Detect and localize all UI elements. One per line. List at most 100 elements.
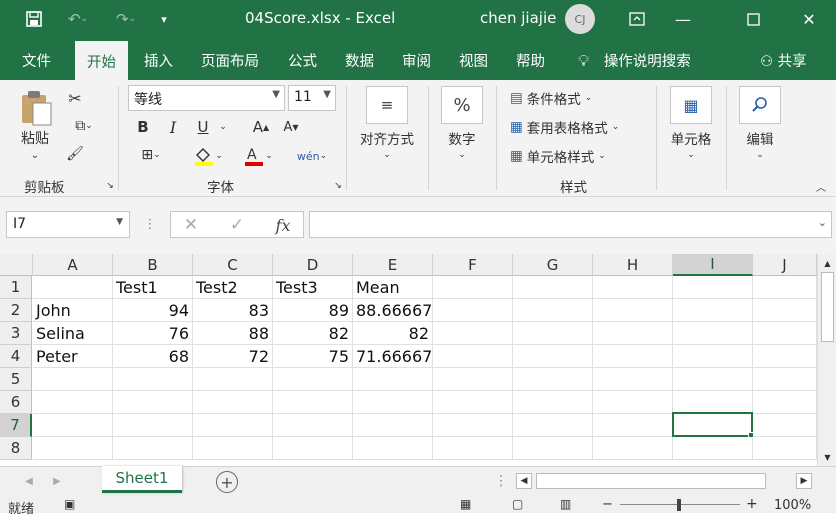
- cell-h8[interactable]: [593, 437, 673, 460]
- cell-c2[interactable]: 83: [193, 299, 273, 322]
- cell-b6[interactable]: [113, 391, 193, 414]
- cell-c3[interactable]: 88: [193, 322, 273, 345]
- row-header-8[interactable]: 8: [0, 437, 32, 460]
- number-format-icon[interactable]: %: [441, 86, 483, 124]
- underline-dropdown-icon[interactable]: ⌄: [216, 118, 230, 136]
- column-header-d[interactable]: D: [273, 254, 353, 276]
- fill-handle[interactable]: [748, 432, 754, 438]
- zoom-level[interactable]: 100%: [774, 498, 811, 513]
- save-icon[interactable]: [22, 7, 46, 31]
- tab-data[interactable]: 数据: [345, 50, 374, 71]
- cell-d8[interactable]: [273, 437, 353, 460]
- font-color-icon[interactable]: A ⌄: [236, 144, 280, 168]
- cell-d3[interactable]: 82: [273, 322, 353, 345]
- formula-input[interactable]: ⌄: [309, 211, 832, 238]
- column-header-g[interactable]: G: [513, 254, 593, 276]
- conditional-formatting-button[interactable]: ▤ 条件格式 ⌄: [510, 88, 592, 108]
- row-header-3[interactable]: 3: [0, 322, 32, 345]
- cell-a8[interactable]: [33, 437, 113, 460]
- borders-icon[interactable]: ⊞ ⌄: [133, 144, 169, 166]
- cell-d5[interactable]: [273, 368, 353, 391]
- chevron-down-icon[interactable]: ⌄: [377, 148, 397, 162]
- cell-i2[interactable]: [673, 299, 753, 322]
- cancel-icon[interactable]: ✕: [181, 214, 201, 236]
- cell-h6[interactable]: [593, 391, 673, 414]
- cell-a7[interactable]: [33, 414, 113, 437]
- cell-e5[interactable]: [353, 368, 433, 391]
- tab-home[interactable]: 开始: [75, 41, 128, 80]
- cells-icon[interactable]: ▦: [670, 86, 712, 124]
- tab-file[interactable]: 文件: [22, 50, 51, 71]
- cell-i5[interactable]: [673, 368, 753, 391]
- scroll-left-icon[interactable]: ◀: [516, 473, 532, 489]
- cell-d4[interactable]: 75: [273, 345, 353, 368]
- fill-color-icon[interactable]: ⌄: [186, 144, 230, 168]
- cell-styles-button[interactable]: ▦ 单元格样式 ⌄: [510, 146, 606, 166]
- number-button[interactable]: 数字: [440, 128, 484, 148]
- row-header-5[interactable]: 5: [0, 368, 32, 391]
- paste-dropdown-icon[interactable]: ⌄: [25, 148, 45, 162]
- maximize-button[interactable]: [730, 4, 776, 34]
- collapse-ribbon-icon[interactable]: ︿: [814, 180, 828, 194]
- scroll-up-icon[interactable]: ▲: [821, 256, 834, 270]
- cell-j6[interactable]: [753, 391, 817, 414]
- cell-f1[interactable]: [433, 276, 513, 299]
- undo-icon[interactable]: ↶ ⌄: [58, 7, 98, 31]
- cell-d7[interactable]: [273, 414, 353, 437]
- font-name-select[interactable]: 等线 ▼: [128, 85, 285, 111]
- cell-e8[interactable]: [353, 437, 433, 460]
- column-header-i[interactable]: I: [673, 254, 753, 276]
- cell-j4[interactable]: [753, 345, 817, 368]
- phonetic-guide-icon[interactable]: wén ⌄: [292, 144, 332, 168]
- tell-me-search[interactable]: 💡︎ 操作说明搜索: [578, 50, 691, 71]
- cell-b1[interactable]: Test1: [113, 276, 193, 299]
- sheet-tab-sheet1[interactable]: Sheet1: [102, 466, 182, 493]
- cell-h5[interactable]: [593, 368, 673, 391]
- cell-i6[interactable]: [673, 391, 753, 414]
- clipboard-launcher-icon[interactable]: ↘: [104, 180, 116, 192]
- redo-icon[interactable]: ↷ ⌄: [106, 7, 146, 31]
- tab-formulas[interactable]: 公式: [288, 50, 317, 71]
- vertical-scrollbar[interactable]: ▲ ▼: [817, 254, 836, 466]
- cell-e3[interactable]: 82: [353, 322, 433, 345]
- add-sheet-icon[interactable]: +: [216, 471, 238, 493]
- cell-f4[interactable]: [433, 345, 513, 368]
- cell-e7[interactable]: [353, 414, 433, 437]
- paste-button[interactable]: 粘贴: [14, 128, 56, 148]
- customize-qat-icon[interactable]: ▾: [154, 7, 174, 31]
- column-header-f[interactable]: F: [433, 254, 513, 276]
- cell-h1[interactable]: [593, 276, 673, 299]
- shrink-font-button[interactable]: A ▼: [280, 116, 302, 138]
- minimize-button[interactable]: —: [660, 4, 706, 34]
- expand-formula-icon[interactable]: ⌄: [818, 216, 827, 229]
- cell-j2[interactable]: [753, 299, 817, 322]
- row-header-6[interactable]: 6: [0, 391, 32, 414]
- cell-i1[interactable]: [673, 276, 753, 299]
- zoom-slider-thumb[interactable]: [677, 499, 681, 511]
- cell-h4[interactable]: [593, 345, 673, 368]
- vertical-scroll-thumb[interactable]: [821, 272, 834, 342]
- cell-g1[interactable]: [513, 276, 593, 299]
- cell-f7[interactable]: [433, 414, 513, 437]
- cell-h2[interactable]: [593, 299, 673, 322]
- name-box[interactable]: I7 ▼: [6, 211, 130, 238]
- cell-g2[interactable]: [513, 299, 593, 322]
- cell-j3[interactable]: [753, 322, 817, 345]
- row-header-1[interactable]: 1: [0, 276, 32, 299]
- cell-e2[interactable]: 88.66667: [353, 299, 433, 322]
- cell-a1[interactable]: [33, 276, 113, 299]
- cell-e1[interactable]: Mean: [353, 276, 433, 299]
- selected-cell-i7[interactable]: [672, 412, 753, 437]
- normal-view-icon[interactable]: ▦: [460, 497, 471, 511]
- clipboard-paste-icon[interactable]: [16, 88, 56, 128]
- horizontal-scroll-thumb[interactable]: [536, 473, 766, 489]
- bold-button[interactable]: B: [133, 116, 153, 138]
- cell-c8[interactable]: [193, 437, 273, 460]
- grow-font-button[interactable]: A ▲: [250, 116, 272, 138]
- font-size-select[interactable]: 11 ▼: [288, 85, 336, 111]
- cell-a3[interactable]: Selina: [33, 322, 113, 345]
- cell-g3[interactable]: [513, 322, 593, 345]
- cell-h3[interactable]: [593, 322, 673, 345]
- cut-icon[interactable]: ✂: [64, 88, 86, 108]
- cell-g5[interactable]: [513, 368, 593, 391]
